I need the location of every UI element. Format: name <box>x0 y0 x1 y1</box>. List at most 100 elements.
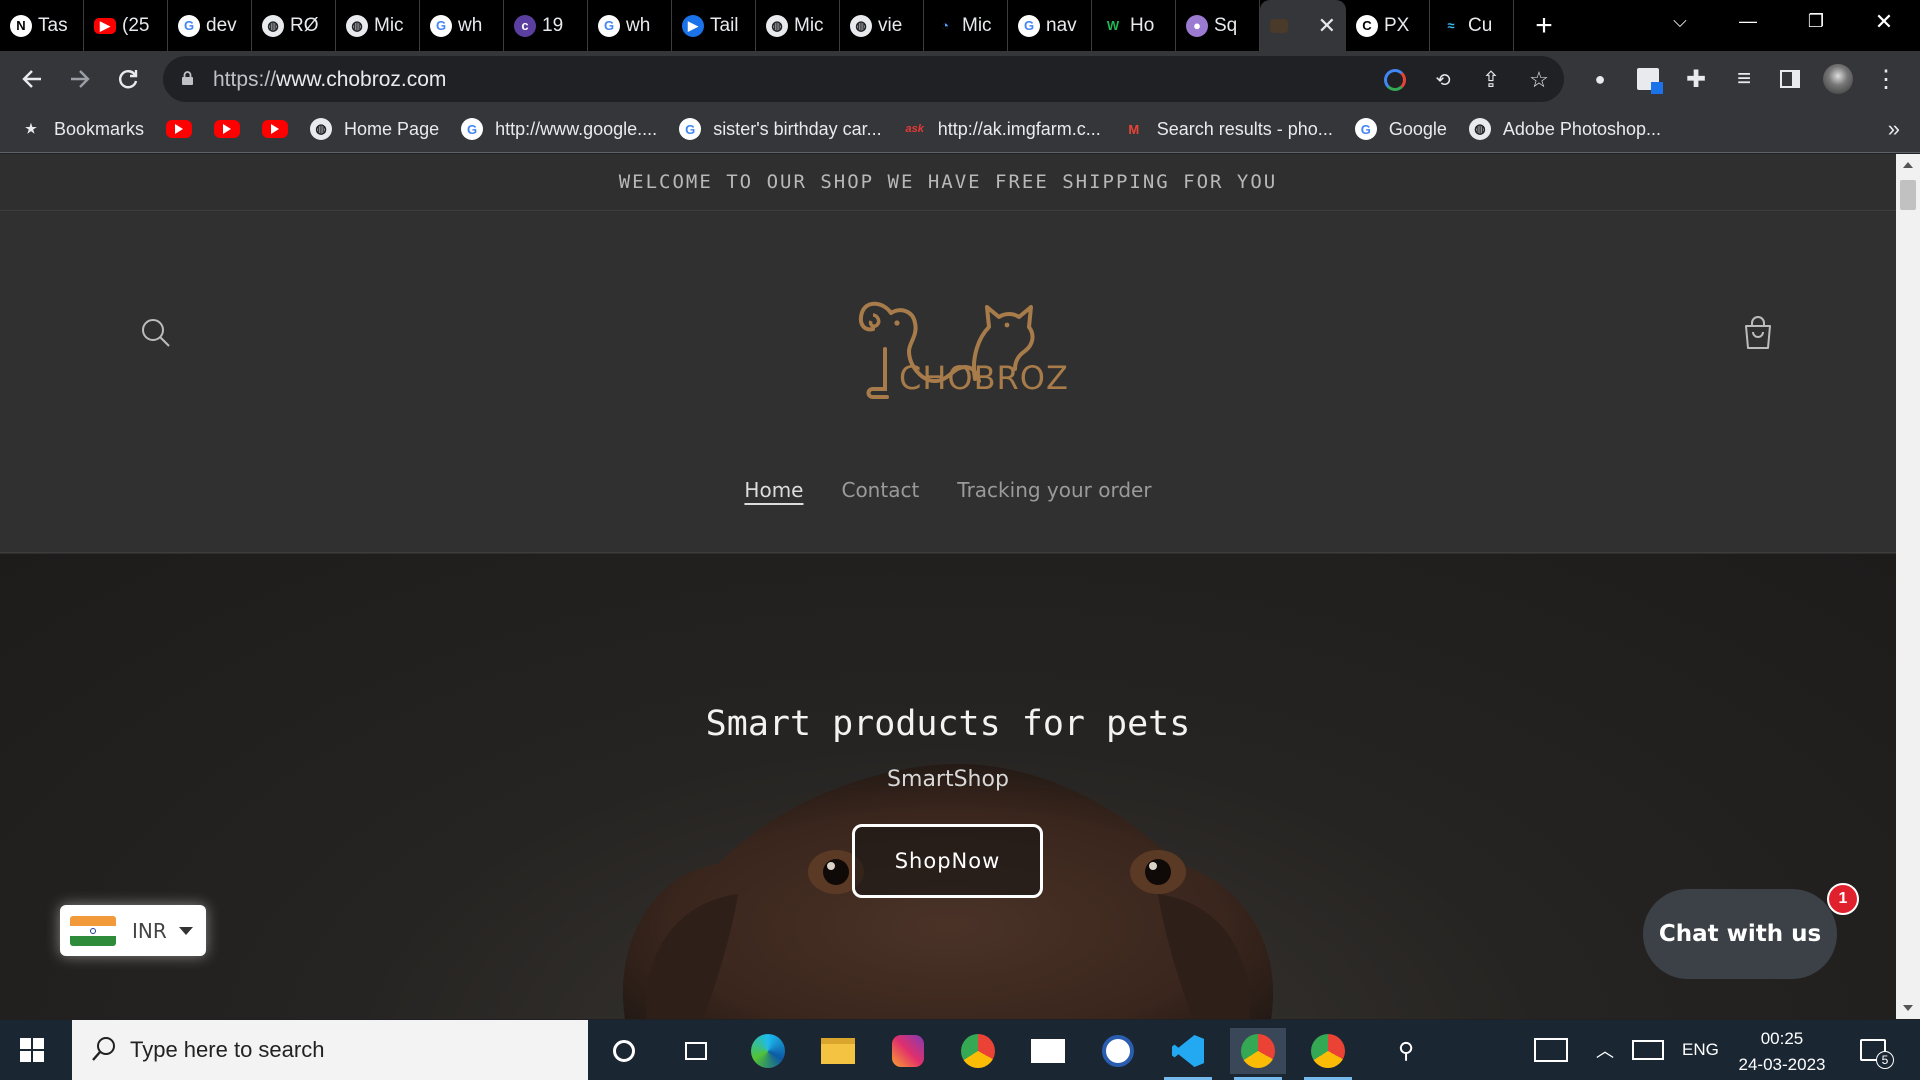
browser-tab[interactable]: ≈ Cu <box>1430 0 1514 51</box>
cart-icon[interactable] <box>1742 316 1774 350</box>
minimize-button[interactable]: — <box>1718 0 1778 43</box>
app-blue-circle-icon[interactable] <box>1090 1028 1146 1074</box>
announcement-bar: WELCOME TO OUR SHOP WE HAVE FREE SHIPPIN… <box>0 154 1896 211</box>
bookmark-label: Adobe Photoshop... <box>1502 118 1661 139</box>
chrome-profile-2-icon[interactable] <box>1300 1028 1356 1080</box>
url-host: www.chobroz.com <box>276 68 447 91</box>
tab-list-after: C PX ≈ Cu <box>1346 0 1514 51</box>
close-tab-icon[interactable]: ✕ <box>1318 13 1336 39</box>
browser-tab[interactable]: ◍ vie <box>840 0 924 51</box>
chrome-icon[interactable] <box>950 1028 1006 1074</box>
browser-tab[interactable]: ▶ Tail <box>672 0 756 51</box>
shop-now-button[interactable]: ShopNow <box>852 824 1043 898</box>
bookmark-item[interactable] <box>214 120 241 138</box>
browser-tab[interactable]: ● Sq <box>1176 0 1260 51</box>
browser-tab[interactable]: ◍ Mic <box>756 0 840 51</box>
search-icon[interactable] <box>141 318 171 348</box>
scroll-up-arrow-icon[interactable] <box>1903 162 1913 168</box>
browser-tab[interactable]: c 19 <box>504 0 588 51</box>
profile-avatar[interactable] <box>1822 63 1854 95</box>
tab-title: RØ <box>290 14 319 36</box>
vscode-icon[interactable] <box>1160 1028 1216 1080</box>
extension-b-icon[interactable] <box>1632 63 1664 95</box>
share-icon[interactable]: ⇪ <box>1477 66 1505 94</box>
bookmark-item[interactable]: G Google <box>1354 118 1447 140</box>
bookmark-item[interactable]: ◍ Home Page <box>310 118 439 140</box>
scroll-down-arrow-icon[interactable] <box>1903 1005 1913 1011</box>
keyboard-icon[interactable] <box>1632 1020 1664 1080</box>
bookmark-star-icon[interactable]: ☆ <box>1525 66 1553 94</box>
bookmark-item[interactable]: Gsister's birthday car... <box>679 118 882 140</box>
tab-title: PX <box>1384 14 1410 36</box>
bookmarks-overflow-button[interactable]: » <box>1888 116 1900 142</box>
bookmark-item[interactable]: ◍ Adobe Photoshop... <box>1468 118 1661 140</box>
bookmark-item[interactable] <box>166 120 193 138</box>
tab-search-icon[interactable]: ⌵ <box>1650 0 1710 43</box>
task-view-icon[interactable] <box>668 1028 724 1074</box>
page-scrollbar[interactable] <box>1896 154 1920 1019</box>
google-icon: G <box>178 14 200 37</box>
file-explorer-icon[interactable] <box>810 1028 866 1074</box>
url-text[interactable]: https://www.chobroz.com <box>213 68 446 92</box>
tab-title: wh <box>458 14 483 36</box>
google-lens-icon[interactable] <box>1381 66 1409 94</box>
menu-kebab-icon[interactable]: ⋮ <box>1870 63 1902 95</box>
browser-tab[interactable]: Gdev <box>168 0 252 51</box>
bookmark-item[interactable]: ask http://ak.imgfarm.c... <box>904 118 1101 140</box>
close-window-button[interactable]: ✕ <box>1854 0 1914 43</box>
bookmark-label: http://www.google.... <box>495 118 658 139</box>
tray-chevron-up-icon[interactable]: ︿ <box>1596 1020 1614 1080</box>
scroll-thumb[interactable] <box>1900 180 1916 210</box>
media-control-icon[interactable]: ≡ <box>1728 63 1760 95</box>
bookmark-item[interactable]: Ghttp://www.google.... <box>461 118 657 140</box>
browser-tab[interactable]: ◔ Mic <box>924 0 1008 51</box>
currency-selector[interactable]: INR <box>60 905 206 956</box>
browser-tab[interactable]: W Ho <box>1092 0 1176 51</box>
address-bar[interactable]: https://www.chobroz.com ⟲ ⇪ ☆ <box>163 56 1564 102</box>
chat-with-us-button[interactable]: Chat with us <box>1643 889 1837 979</box>
windows-start-icon[interactable] <box>20 1038 44 1062</box>
tab-title: wh <box>626 14 651 36</box>
taskbar-search-box[interactable]: Type here to search <box>72 1020 588 1080</box>
tab-title: Mic <box>794 14 824 36</box>
people-icon[interactable]: ⚲ <box>1378 1028 1434 1074</box>
edge-icon[interactable] <box>740 1028 796 1074</box>
cortana-icon[interactable] <box>596 1028 652 1074</box>
bookmarks-bar: ★ Bookmarks ◍ Home Page Ghttp://www.google..… <box>0 106 1920 153</box>
notification-count: 5 <box>1876 1051 1894 1069</box>
forward-button[interactable] <box>64 63 96 95</box>
chrome-profile-1-icon[interactable] <box>1230 1028 1286 1080</box>
extensions-puzzle-icon[interactable]: ✚ <box>1680 63 1712 95</box>
nav-contact[interactable]: Contact <box>841 478 919 502</box>
extension-mouse-icon[interactable]: ● <box>1584 63 1616 95</box>
bookmark-item[interactable]: M Search results - pho... <box>1123 118 1333 140</box>
restore-button[interactable]: ❐ <box>1786 0 1846 43</box>
browser-tab[interactable]: Gwh <box>420 0 504 51</box>
browser-tab[interactable]: ◍ RØ <box>252 0 336 51</box>
lock-icon[interactable] <box>181 71 194 85</box>
reload-button[interactable] <box>112 63 144 95</box>
tab-active[interactable]: ✕ <box>1260 0 1346 51</box>
tab-title: Mic <box>374 14 404 36</box>
instagram-icon[interactable] <box>880 1028 936 1074</box>
browser-tab[interactable]: ◍ Mic <box>336 0 420 51</box>
browser-tab[interactable]: Gwh <box>588 0 672 51</box>
language-indicator[interactable]: ENG <box>1682 1020 1719 1080</box>
nav-tracking[interactable]: Tracking your order <box>957 478 1151 502</box>
browser-tab[interactable]: ▶ (25 <box>84 0 168 51</box>
nav-home[interactable]: Home <box>744 478 803 502</box>
bookmark-list: ★ Bookmarks ◍ Home Page Ghttp://www.google..… <box>20 118 1683 140</box>
back-button[interactable] <box>16 63 48 95</box>
browser-tab[interactable]: Gnav <box>1008 0 1092 51</box>
clock[interactable]: 00:25 24-03-2023 <box>1730 1026 1834 1078</box>
browser-tab[interactable]: C PX <box>1346 0 1430 51</box>
translate-icon[interactable]: ⟲ <box>1429 66 1457 94</box>
action-center-icon[interactable]: 5 <box>1860 1020 1894 1080</box>
bookmark-item[interactable] <box>262 120 289 138</box>
new-tab-button[interactable]: + <box>1528 9 1560 43</box>
mail-icon[interactable] <box>1020 1028 1076 1074</box>
news-widget-icon[interactable] <box>1534 1020 1568 1080</box>
browser-tab[interactable]: N Tas <box>0 0 84 51</box>
side-panel-icon[interactable] <box>1774 63 1806 95</box>
bookmark-item[interactable]: ★ Bookmarks <box>20 118 144 140</box>
